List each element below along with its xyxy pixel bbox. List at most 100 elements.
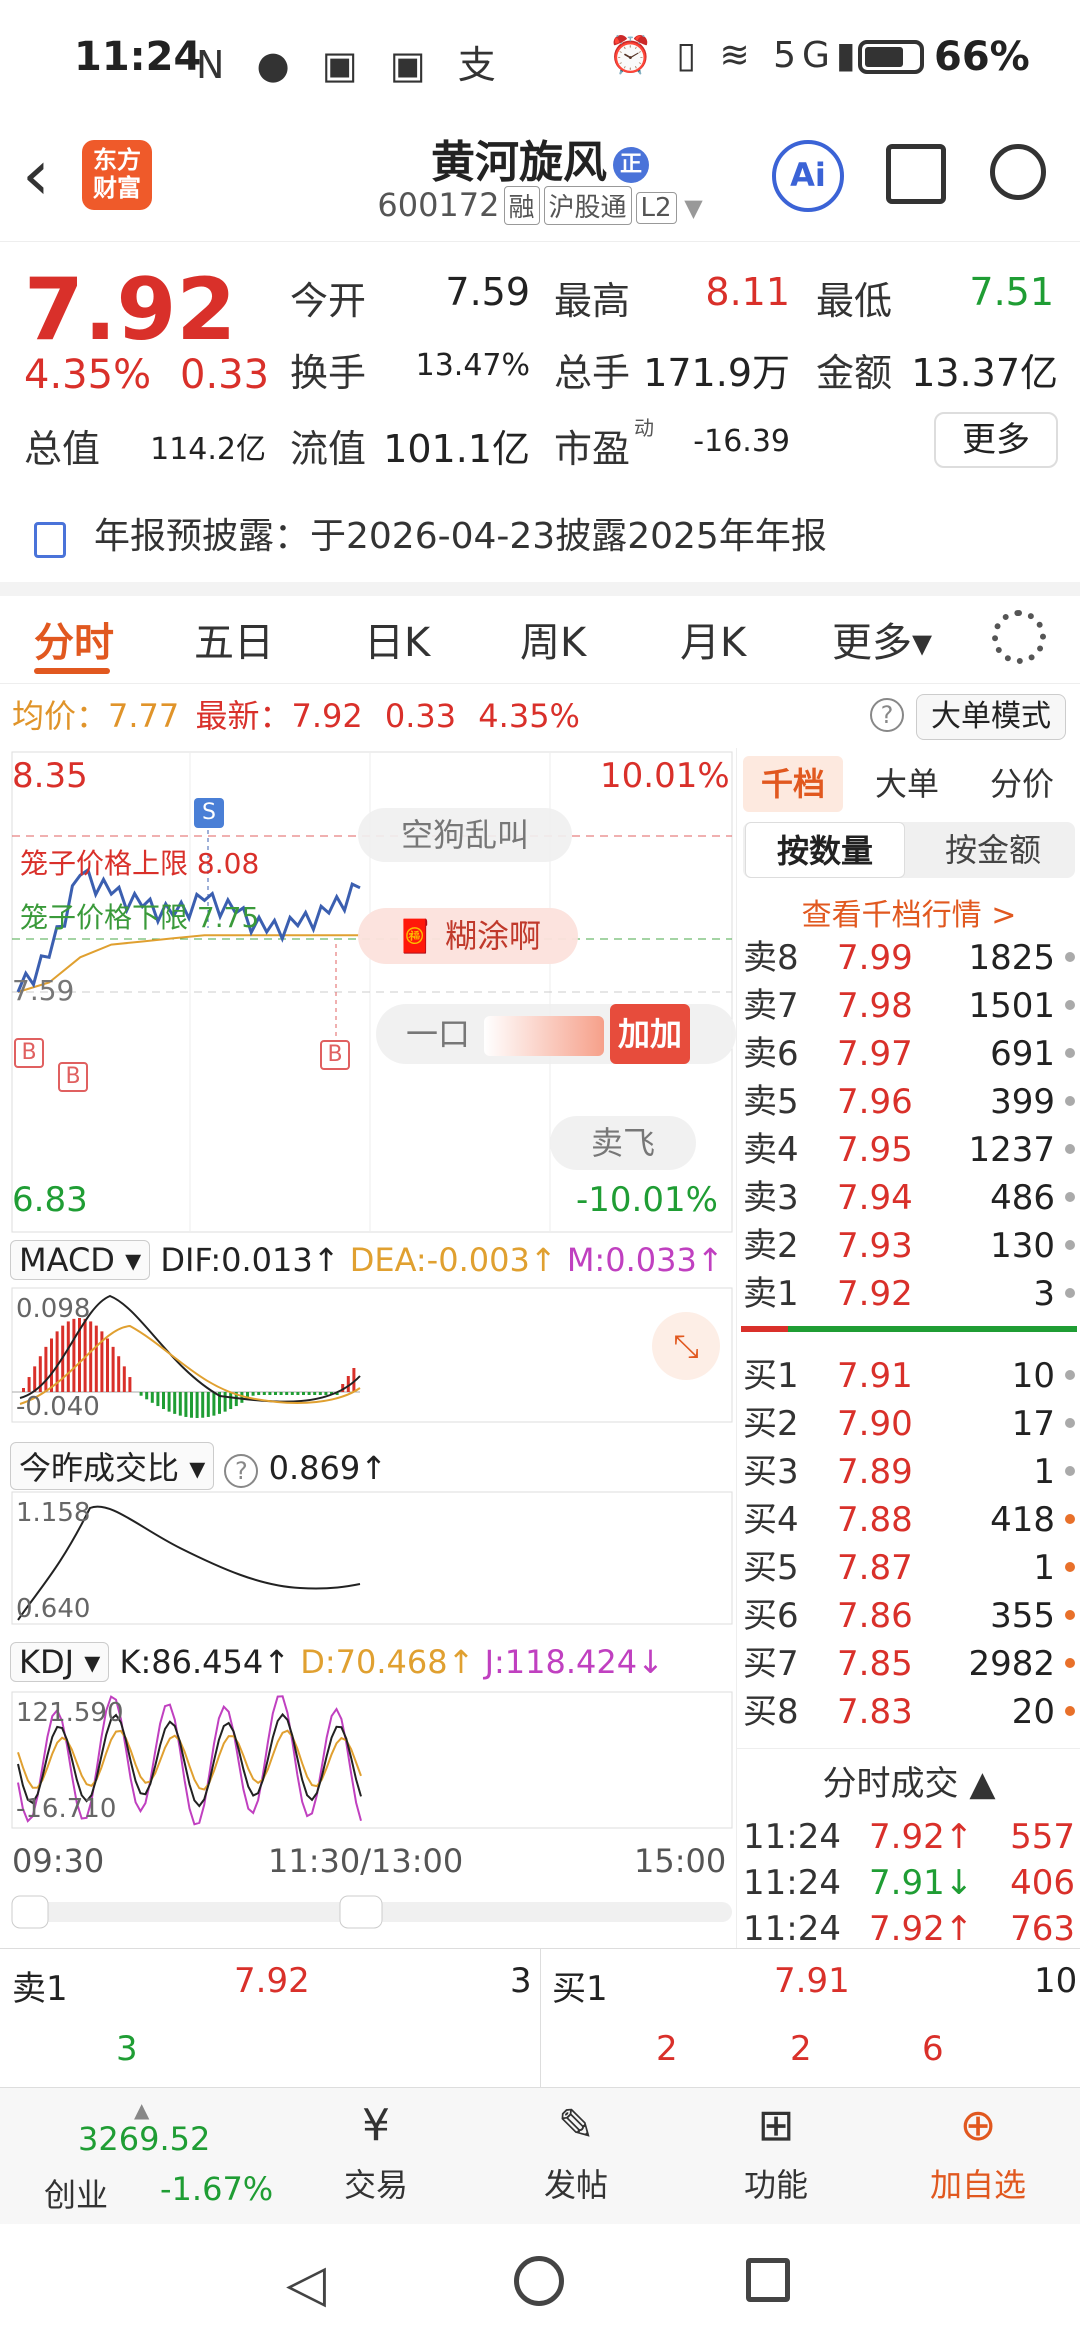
tick-price: 7.92↑: [869, 1817, 974, 1857]
kdj-selector[interactable]: KDJ ▾: [10, 1642, 110, 1682]
macd-selector[interactable]: MACD ▾: [10, 1240, 151, 1280]
tab-more[interactable]: 更多▾: [832, 610, 932, 668]
bid-level-row[interactable]: 买4 7.88 418: [737, 1496, 1080, 1544]
ask-level-row[interactable]: 卖5 7.96 399: [737, 1078, 1080, 1126]
seg-by-amount[interactable]: 按金额: [913, 822, 1073, 878]
expand-icon[interactable]: ⤡: [652, 1312, 720, 1380]
help-icon[interactable]: ?: [870, 698, 904, 732]
high-label: 最高: [554, 279, 631, 323]
index-widget[interactable]: ▲ 3269.52 创业 -1.67%: [20, 2098, 280, 2218]
bid-level-row[interactable]: 买3 7.89 1: [737, 1448, 1080, 1496]
ask-level-row[interactable]: 卖1 7.92 3: [737, 1270, 1080, 1318]
tag-l2: L2: [635, 192, 677, 224]
turnover-label: 换手: [290, 351, 367, 395]
tab-monthly-k[interactable]: 月K: [680, 610, 746, 668]
tab-weekly-k[interactable]: 周K: [520, 610, 586, 668]
sum-bid-detail-2: 2: [790, 2029, 812, 2069]
buy-marker-2[interactable]: B: [58, 1062, 88, 1092]
macd-bar: [156, 1392, 160, 1407]
bid-level-row[interactable]: 买8 7.83 20: [737, 1688, 1080, 1736]
more-button[interactable]: 更多: [934, 412, 1058, 468]
search-icon[interactable]: [990, 144, 1046, 200]
danmaku-bubble-4[interactable]: 卖飞: [550, 1116, 696, 1170]
level-dot: [1065, 1514, 1075, 1524]
stock-code: 600172: [377, 186, 500, 224]
tick-row: 11:24 7.92↑ 763: [737, 1904, 1080, 1954]
ticks-title[interactable]: 分时成交 ▲: [737, 1756, 1080, 1805]
ask-level-row[interactable]: 卖6 7.97 691: [737, 1030, 1080, 1078]
nav-function[interactable]: ⊞ 功能: [696, 2098, 856, 2218]
macd-bar: [173, 1392, 177, 1414]
share-icon[interactable]: [886, 144, 946, 204]
danmaku-bubble-2-text: 糊涂啊: [445, 917, 542, 955]
y-bottom-label: 6.83: [12, 1180, 88, 1220]
level-label: 买7: [743, 1644, 799, 1684]
macd-bar: [33, 1366, 37, 1392]
kdj-bottom-label: -16.710: [16, 1794, 117, 1824]
bid-level-row[interactable]: 买6 7.86 355: [737, 1592, 1080, 1640]
danmaku-bubble-3[interactable]: 一口 加加: [376, 1004, 736, 1064]
nav-add-watchlist[interactable]: ⊕ 加自选: [898, 2098, 1058, 2218]
tab-5day[interactable]: 五日: [194, 610, 274, 668]
gear-icon[interactable]: [992, 610, 1046, 664]
tab-intraday[interactable]: 分时: [34, 610, 114, 668]
ask-level-row[interactable]: 卖7 7.98 1501: [737, 982, 1080, 1030]
macd-bar: [285, 1392, 289, 1395]
macd-dea-value: DEA:-0.003↑: [349, 1241, 557, 1279]
nav-add-label: 加自选: [929, 2166, 1026, 2204]
level-label: 买3: [743, 1452, 799, 1492]
ask-level-row[interactable]: 卖2 7.93 130: [737, 1222, 1080, 1270]
volume-label: 总手: [554, 351, 631, 395]
ai-button[interactable]: Ai: [772, 140, 844, 212]
vr-selector[interactable]: 今昨成交比 ▾: [10, 1442, 215, 1490]
bid-level-row[interactable]: 买7 7.85 2982: [737, 1640, 1080, 1688]
ask-level-row[interactable]: 卖8 7.99 1825: [737, 934, 1080, 982]
seg-by-qty[interactable]: 按数量: [745, 822, 905, 878]
level1-summary: 卖1 7.92 3 3 买1 7.91 10 2 2 6: [0, 1948, 1080, 2089]
nav-post[interactable]: ✎ 发帖: [496, 2098, 656, 2218]
intraday-chart[interactable]: 8.35 10.01% 6.83 -10.01% 7.59 笼子价格上限 8.0…: [0, 748, 736, 1948]
back-triangle-icon[interactable]: ◁: [286, 2254, 326, 2314]
danmaku-bubble-1[interactable]: 空狗乱叫: [358, 808, 572, 862]
ticks-divider: [737, 1748, 1080, 1749]
big-order-mode-button[interactable]: 大单模式: [916, 694, 1066, 740]
bid-level-row[interactable]: 买5 7.87 1: [737, 1544, 1080, 1592]
sum-divider: [540, 1949, 541, 2089]
macd-bar: [223, 1392, 227, 1412]
ask-level-row[interactable]: 卖3 7.94 486: [737, 1174, 1080, 1222]
book-tab-depth[interactable]: 千档: [743, 756, 843, 812]
buy-marker-3[interactable]: B: [320, 1040, 350, 1070]
notice-text: 年报预披露：于2026-04-23披露2025年年报: [94, 516, 827, 557]
sell-marker[interactable]: S: [194, 798, 224, 828]
buy-marker-1[interactable]: B: [14, 1038, 44, 1068]
tick-row: 11:24 7.91↓ 406: [737, 1858, 1080, 1908]
time-end-label: 15:00: [634, 1842, 727, 1880]
nav-trade[interactable]: ¥ 交易: [296, 2098, 456, 2218]
home-circle-icon[interactable]: [514, 2256, 564, 2306]
danmaku-bubble-2[interactable]: 🧧 糊涂啊: [358, 908, 578, 964]
vr-value: 0.869↑: [268, 1449, 388, 1487]
vr-help-icon[interactable]: ?: [224, 1454, 259, 1488]
macd-bar: [274, 1392, 277, 1395]
ask-level-row[interactable]: 卖4 7.95 1237: [737, 1126, 1080, 1174]
level-label: 卖6: [743, 1034, 799, 1074]
depth-link[interactable]: 查看千档行情 >: [737, 890, 1080, 934]
notice-bar[interactable]: 年报预披露：于2026-04-23披露2025年年报: [0, 492, 1080, 582]
macd-bar: [313, 1392, 317, 1395]
add-circle-icon: ⊕: [959, 2100, 997, 2151]
bid-level-row[interactable]: 买2 7.90 17: [737, 1400, 1080, 1448]
macd-bar: [296, 1392, 300, 1395]
level-label: 卖1: [743, 1274, 799, 1314]
book-tab-big-order[interactable]: 大单: [857, 756, 957, 812]
macd-bar: [307, 1392, 311, 1395]
low-label: 最低: [816, 279, 893, 323]
order-book: 千档 大单 分价 按数量 按金额 查看千档行情 > 卖8 7.99 1825 卖7 7.…: [736, 748, 1080, 1949]
recents-square-icon[interactable]: [746, 2258, 790, 2302]
average-bar: 均价：7.77 最新：7.92 0.33 4.35% ? 大单模式: [0, 684, 1080, 748]
book-tab-price[interactable]: 分价: [967, 756, 1077, 812]
bid-level-row[interactable]: 买1 7.91 10: [737, 1352, 1080, 1400]
tab-daily-k[interactable]: 日K: [364, 610, 430, 668]
level-dot: [1065, 1048, 1075, 1058]
macd-bar: [240, 1392, 244, 1403]
level-dot: [1065, 1466, 1075, 1476]
